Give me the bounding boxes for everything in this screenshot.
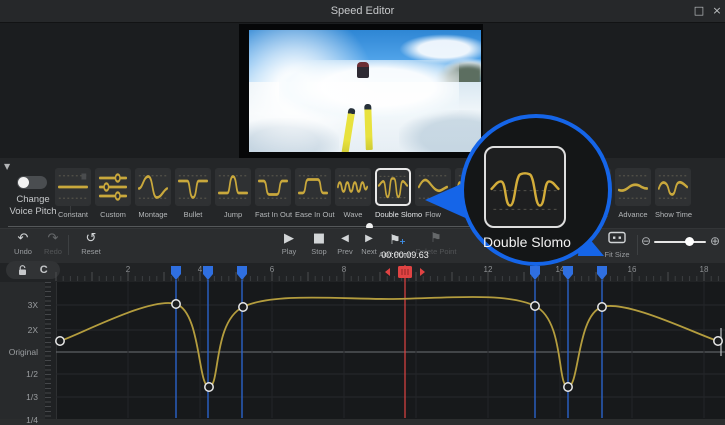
ruler-label: 16 [627, 265, 637, 274]
window-title: Speed Editor [330, 5, 395, 17]
toggle-knob [18, 177, 29, 188]
callout-preset-thumbnail [484, 146, 566, 228]
magnifier-callout: Double Slomo [460, 114, 612, 266]
double-slomo-wave-icon [490, 172, 560, 210]
speed-axis-label: 1/4 [26, 415, 38, 425]
preset-wave-icon [295, 168, 331, 206]
preset-label: Custom [100, 210, 126, 219]
redo-icon: ↷ [47, 231, 59, 246]
redo-button[interactable]: ↷ Redo [36, 231, 70, 256]
voice-pitch-toggle[interactable] [17, 176, 47, 189]
ruler-label: 4 [197, 265, 203, 274]
preset-advance[interactable]: Advance [615, 168, 651, 219]
zoom-out-icon[interactable]: ⊖ [641, 234, 651, 248]
ruler-label: 6 [269, 265, 275, 274]
undo-icon: ↶ [17, 231, 29, 246]
preset-wave-icon [375, 168, 411, 206]
preset-ease-in-out[interactable]: Ease In Out [295, 168, 335, 219]
ruler-label: 8 [341, 265, 347, 274]
preset-wave[interactable]: Wave [335, 168, 371, 219]
preset-label: Advance [618, 210, 648, 219]
preset-wave-icon [95, 168, 131, 206]
preset-fast-in-out[interactable]: Fast In Out [255, 168, 293, 219]
maximize-icon[interactable]: □ [690, 0, 708, 22]
video-preview [249, 30, 481, 152]
preset-show-time[interactable]: Show Time [655, 168, 693, 219]
preset-label: Montage [138, 210, 168, 219]
preset-wave-icon [615, 168, 651, 206]
zoom-slider-thumb[interactable] [684, 237, 694, 246]
ruler-label: 18 [699, 265, 709, 274]
collapse-panel-icon[interactable]: ▼ [4, 162, 10, 171]
preset-label: Fast In Out [255, 210, 293, 219]
speed-editor-window: Speed Editor □ × ▼ Change Voice Pitch Co… [0, 0, 725, 425]
preset-label: Bullet [183, 210, 203, 219]
preset-constant[interactable]: Constant [55, 168, 91, 219]
delete-point-icon: ⚑ [430, 231, 442, 246]
speed-axis-label: 1/2 [26, 369, 38, 379]
speed-axis-label: 1/3 [26, 392, 38, 402]
preset-wave-icon [215, 168, 251, 206]
zoom-slider-track[interactable] [654, 241, 706, 243]
divider [68, 235, 69, 255]
divider [637, 235, 638, 255]
preset-wave-icon [255, 168, 291, 206]
preset-wave-icon [335, 168, 371, 206]
curve-tool-icon[interactable]: C [40, 264, 48, 276]
preset-wave-icon [655, 168, 691, 206]
fit-size-button[interactable]: Fit Size [598, 231, 636, 259]
undo-button[interactable]: ↶ Undo [6, 231, 40, 256]
reset-icon: ↺ [85, 231, 97, 246]
preset-label: Wave [343, 210, 363, 219]
titlebar: Speed Editor □ × [0, 0, 725, 23]
preset-label: Jump [223, 210, 243, 219]
fit-size-icon [608, 231, 626, 247]
speed-graph-area[interactable] [56, 282, 725, 419]
timeline-tools: C [6, 261, 60, 279]
preset-wave-icon [135, 168, 171, 206]
preset-custom[interactable]: Custom [95, 168, 131, 219]
preset-montage[interactable]: Montage [135, 168, 171, 219]
play-icon: ▶ [284, 231, 294, 246]
add-point-icon: ⚑ + [389, 233, 406, 248]
reset-button[interactable]: ↺ Reset [74, 231, 108, 256]
preset-wave-icon [55, 168, 91, 206]
preset-label: Show Time [655, 210, 693, 219]
speed-axis-label: 3X [27, 300, 38, 310]
preset-label: Ease In Out [295, 210, 335, 219]
ruler-label: 14 [555, 265, 565, 274]
close-icon[interactable]: × [708, 0, 725, 22]
speed-axis-label: 2X [27, 325, 38, 335]
vertical-tick-strip [45, 282, 57, 419]
skier-art [357, 62, 369, 78]
callout-label: Double Slomo [483, 234, 571, 250]
lock-icon[interactable] [18, 264, 27, 276]
timeline-scrollbar[interactable] [0, 419, 725, 425]
ruler-label: 12 [483, 265, 493, 274]
preset-label: Flow [425, 210, 441, 219]
play-button[interactable]: ▶ Play [272, 231, 306, 256]
preset-bullet[interactable]: Bullet [175, 168, 211, 219]
timeline-ruler[interactable] [0, 263, 725, 282]
preset-label: Constant [57, 210, 89, 219]
video-preview-frame [239, 24, 483, 158]
zoom-in-icon[interactable]: ⊕ [710, 234, 720, 248]
preset-wave-icon [175, 168, 211, 206]
preset-jump[interactable]: Jump [215, 168, 251, 219]
timecode: 00:00:09.63 [381, 250, 429, 260]
ruler-label: 2 [125, 265, 131, 274]
plus-badge-icon: + [399, 237, 406, 246]
preset-label: Double Slomo [375, 210, 423, 219]
preset-double-slomo[interactable]: Double Slomo [375, 168, 423, 219]
speed-axis-label: Original [8, 347, 38, 357]
